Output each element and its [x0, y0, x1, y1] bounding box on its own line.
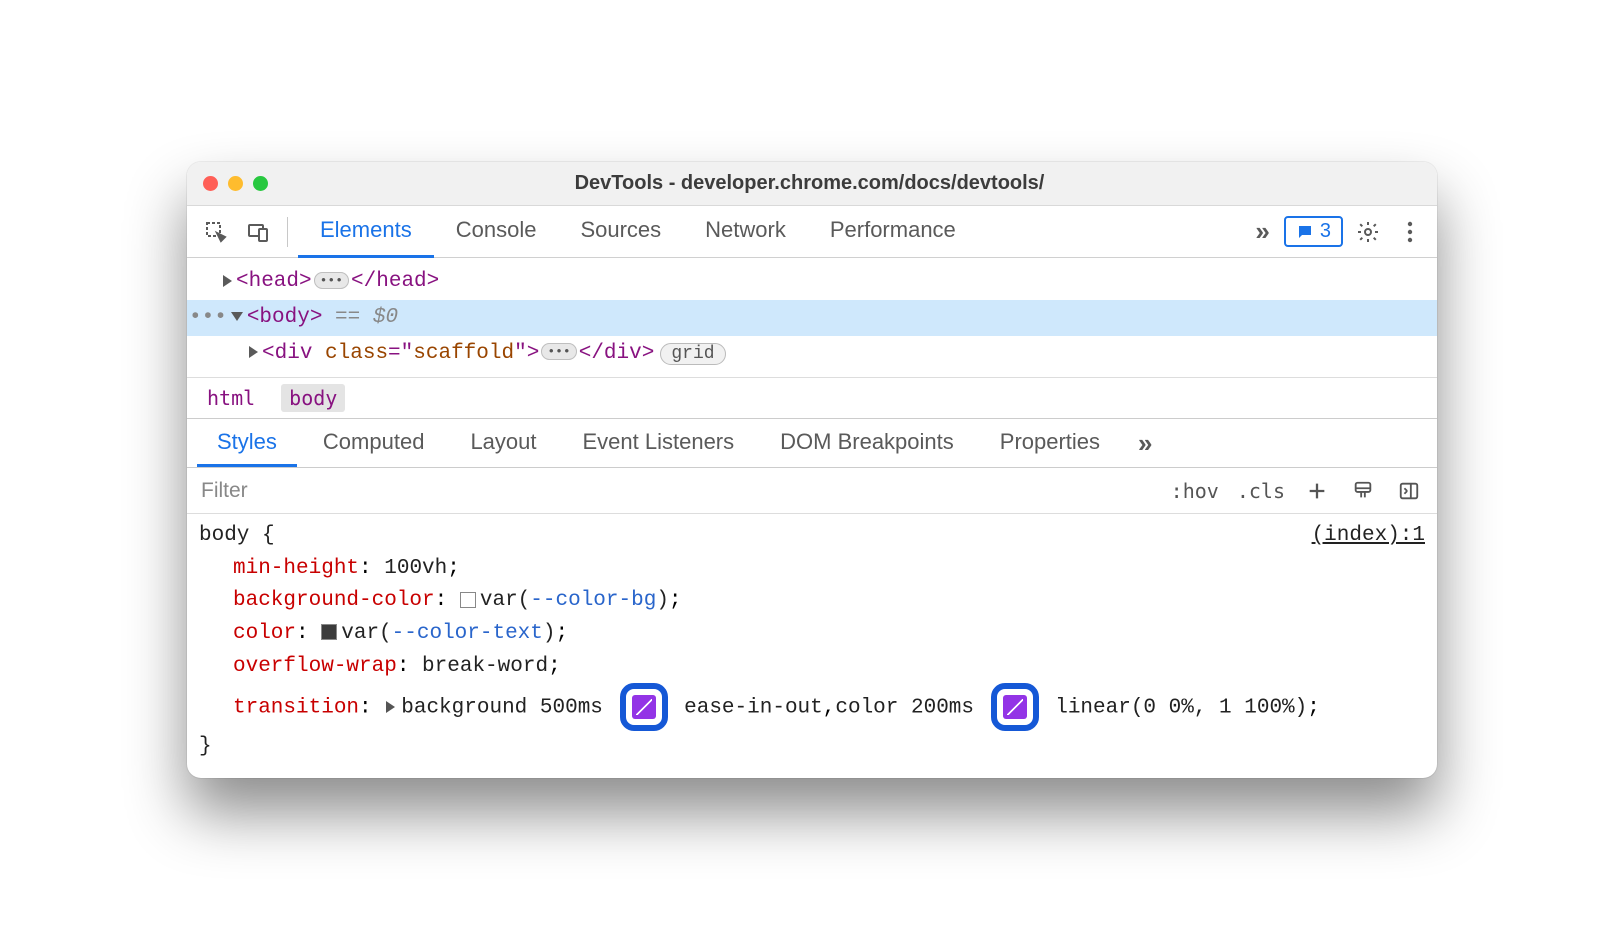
issues-badge[interactable]: 3: [1284, 216, 1343, 247]
tab-elements[interactable]: Elements: [298, 206, 434, 258]
hover-toggle[interactable]: :hov: [1171, 479, 1219, 503]
subtab-layout[interactable]: Layout: [450, 419, 556, 467]
main-tabs: Elements Console Sources Network Perform…: [298, 206, 1245, 258]
ellipsis-icon[interactable]: •••: [314, 272, 349, 289]
tab-sources[interactable]: Sources: [558, 206, 683, 258]
color-swatch-icon[interactable]: [321, 624, 337, 640]
computed-sidebar-toggle-icon[interactable]: [1395, 477, 1423, 505]
styles-subtabs: Styles Computed Layout Event Listeners D…: [187, 418, 1437, 468]
subtab-dom-breakpoints[interactable]: DOM Breakpoints: [760, 419, 974, 467]
css-prop-color[interactable]: color: var(--color-text);: [199, 618, 1425, 651]
dom-node-div[interactable]: <div class="scaffold">•••</div>grid: [187, 336, 1437, 372]
settings-icon[interactable]: [1351, 215, 1385, 249]
window-title: DevTools - developer.chrome.com/docs/dev…: [198, 172, 1421, 195]
styles-filter-row: :hov .cls: [187, 468, 1437, 514]
expand-icon[interactable]: [386, 701, 395, 713]
css-rule-close-brace: }: [199, 731, 1425, 764]
breadcrumb-html[interactable]: html: [199, 384, 263, 412]
styles-rule-header: body { (index):1: [199, 520, 1425, 553]
grid-badge[interactable]: grid: [660, 343, 725, 365]
subtab-properties[interactable]: Properties: [980, 419, 1120, 467]
device-toolbar-icon[interactable]: [239, 213, 277, 251]
dom-breadcrumb: html body: [187, 377, 1437, 418]
cls-toggle[interactable]: .cls: [1237, 479, 1285, 503]
tab-network[interactable]: Network: [683, 206, 808, 258]
easing-editor-highlight: [991, 683, 1039, 731]
tabs-overflow-icon[interactable]: »: [1249, 216, 1275, 247]
window-titlebar: DevTools - developer.chrome.com/docs/dev…: [187, 162, 1437, 206]
toolbar-right: » 3: [1249, 215, 1427, 249]
rendering-emulations-icon[interactable]: [1349, 477, 1377, 505]
subtabs-overflow-icon[interactable]: »: [1132, 428, 1158, 459]
toolbar-divider: [287, 217, 288, 247]
more-menu-icon[interactable]: [1393, 215, 1427, 249]
css-prop-overflow-wrap[interactable]: overflow-wrap: break-word;: [199, 651, 1425, 684]
tab-performance[interactable]: Performance: [808, 206, 978, 258]
ellipsis-icon[interactable]: •••: [541, 343, 576, 360]
dom-node-body-selected[interactable]: ••• <body> == $0: [187, 300, 1437, 336]
css-prop-transition[interactable]: transition: background 500ms ease-in-out…: [199, 683, 1425, 731]
dom-node-head[interactable]: <head>•••</head>: [187, 264, 1437, 300]
breadcrumb-body[interactable]: body: [281, 384, 345, 412]
tab-console[interactable]: Console: [434, 206, 559, 258]
disclosure-triangle-icon[interactable]: [231, 312, 243, 321]
issues-count: 3: [1320, 220, 1331, 243]
filter-tools: :hov .cls: [1171, 477, 1437, 505]
subtab-computed[interactable]: Computed: [303, 419, 445, 467]
styles-filter-input[interactable]: [187, 468, 1171, 513]
easing-editor-icon[interactable]: [1003, 695, 1027, 719]
inspect-element-icon[interactable]: [197, 213, 235, 251]
disclosure-triangle-icon[interactable]: [223, 275, 232, 287]
dom-tree[interactable]: <head>•••</head> ••• <body> == $0 <div c…: [187, 258, 1437, 377]
subtab-styles[interactable]: Styles: [197, 419, 297, 467]
css-source-link[interactable]: (index):1: [1312, 520, 1425, 553]
devtools-window: DevTools - developer.chrome.com/docs/dev…: [187, 162, 1437, 777]
styles-panel: body { (index):1 min-height: 100vh; back…: [187, 514, 1437, 777]
selected-node-indicator-icon: •••: [187, 300, 227, 336]
issues-icon: [1296, 223, 1314, 241]
easing-editor-icon[interactable]: [632, 695, 656, 719]
css-prop-background-color[interactable]: background-color: var(--color-bg);: [199, 585, 1425, 618]
easing-editor-highlight: [620, 683, 668, 731]
css-selector[interactable]: body: [199, 524, 249, 547]
color-swatch-icon[interactable]: [460, 592, 476, 608]
disclosure-triangle-icon[interactable]: [249, 346, 258, 358]
css-prop-min-height[interactable]: min-height: 100vh;: [199, 553, 1425, 586]
subtab-event-listeners[interactable]: Event Listeners: [563, 419, 755, 467]
new-style-rule-icon[interactable]: [1303, 477, 1331, 505]
main-toolbar: Elements Console Sources Network Perform…: [187, 206, 1437, 258]
